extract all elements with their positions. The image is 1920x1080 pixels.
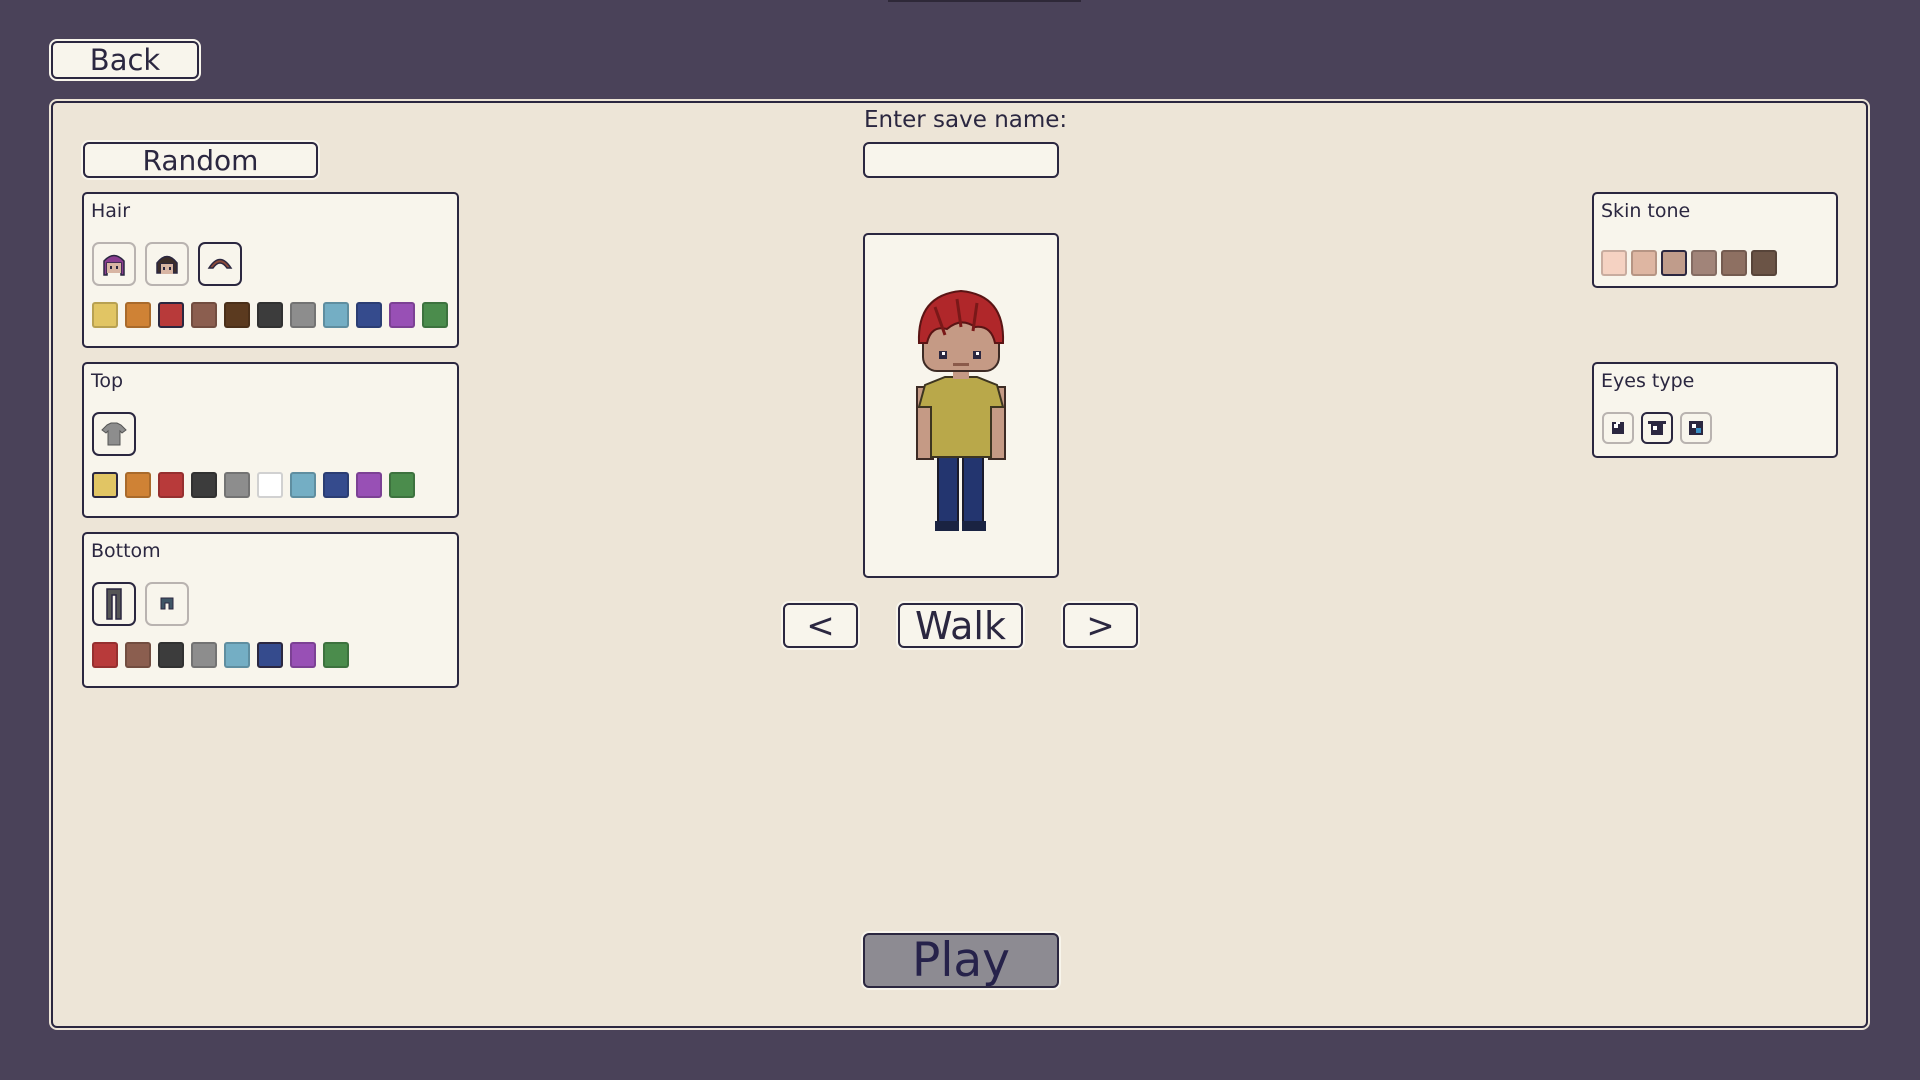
- hair-color-swatch[interactable]: [257, 302, 283, 328]
- hair-title: Hair: [91, 200, 131, 222]
- back-button[interactable]: Back: [51, 41, 199, 79]
- top-color-swatch[interactable]: [224, 472, 250, 498]
- hair-color-swatch[interactable]: [389, 302, 415, 328]
- save-name-input[interactable]: [863, 142, 1059, 178]
- skin-tone-title: Skin tone: [1601, 200, 1691, 222]
- bottom-color-swatch[interactable]: [191, 642, 217, 668]
- skin-tone-color-swatch[interactable]: [1691, 250, 1717, 276]
- top-color-swatch[interactable]: [125, 472, 151, 498]
- tshirt-icon[interactable]: [92, 412, 136, 456]
- character-preview-frame: [863, 233, 1059, 578]
- skin-tone-color-swatch[interactable]: [1661, 250, 1687, 276]
- skin-tone-color-swatch[interactable]: [1631, 250, 1657, 276]
- bottom-color-swatch[interactable]: [125, 642, 151, 668]
- play-button[interactable]: Play: [863, 933, 1059, 988]
- next-animation-button[interactable]: >: [1063, 603, 1138, 648]
- skin-tone-color-swatch[interactable]: [1751, 250, 1777, 276]
- top-edge-bar: [888, 0, 1081, 2]
- top-color-swatch[interactable]: [92, 472, 118, 498]
- eyes-type-3-icon[interactable]: [1680, 412, 1712, 444]
- shorts-icon[interactable]: [145, 582, 189, 626]
- top-color-swatch[interactable]: [290, 472, 316, 498]
- hair-color-swatch[interactable]: [356, 302, 382, 328]
- pigtails-hair-icon[interactable]: [92, 242, 136, 286]
- bob-hair-icon[interactable]: [145, 242, 189, 286]
- hair-color-swatch[interactable]: [92, 302, 118, 328]
- random-button[interactable]: Random: [83, 142, 318, 178]
- bottom-color-swatch[interactable]: [158, 642, 184, 668]
- short-hair-icon[interactable]: [198, 242, 242, 286]
- long-pants-icon[interactable]: [92, 582, 136, 626]
- hair-color-swatch[interactable]: [125, 302, 151, 328]
- skin-tone-color-swatch[interactable]: [1601, 250, 1627, 276]
- top-color-swatch[interactable]: [323, 472, 349, 498]
- bottom-panel: Bottom: [82, 532, 459, 688]
- bottom-color-swatch[interactable]: [257, 642, 283, 668]
- top-color-swatch[interactable]: [356, 472, 382, 498]
- top-title: Top: [91, 370, 124, 392]
- save-name-label: Enter save name:: [864, 107, 1068, 133]
- top-panel: Top: [82, 362, 459, 518]
- hair-color-swatch[interactable]: [224, 302, 250, 328]
- hair-color-swatch[interactable]: [323, 302, 349, 328]
- bottom-color-swatch[interactable]: [323, 642, 349, 668]
- top-color-swatch[interactable]: [389, 472, 415, 498]
- hair-color-swatch[interactable]: [191, 302, 217, 328]
- hair-color-swatch[interactable]: [158, 302, 184, 328]
- top-color-swatch[interactable]: [191, 472, 217, 498]
- character-sprite: [916, 289, 1006, 531]
- hair-panel: Hair: [82, 192, 459, 348]
- bottom-title: Bottom: [91, 540, 161, 562]
- eyes-type-panel: Eyes type: [1592, 362, 1838, 458]
- eyes-type-2-icon[interactable]: [1641, 412, 1673, 444]
- bottom-color-swatch[interactable]: [224, 642, 250, 668]
- skin-tone-color-swatch[interactable]: [1721, 250, 1747, 276]
- prev-animation-button[interactable]: <: [783, 603, 858, 648]
- top-color-swatch[interactable]: [257, 472, 283, 498]
- eyes-type-title: Eyes type: [1601, 370, 1695, 392]
- hair-color-swatch[interactable]: [290, 302, 316, 328]
- bottom-color-swatch[interactable]: [290, 642, 316, 668]
- hair-color-swatch[interactable]: [422, 302, 448, 328]
- skin-tone-panel: Skin tone: [1592, 192, 1838, 288]
- eyes-type-1-icon[interactable]: [1602, 412, 1634, 444]
- bottom-color-swatch[interactable]: [92, 642, 118, 668]
- top-color-swatch[interactable]: [158, 472, 184, 498]
- animation-button[interactable]: Walk: [898, 603, 1023, 648]
